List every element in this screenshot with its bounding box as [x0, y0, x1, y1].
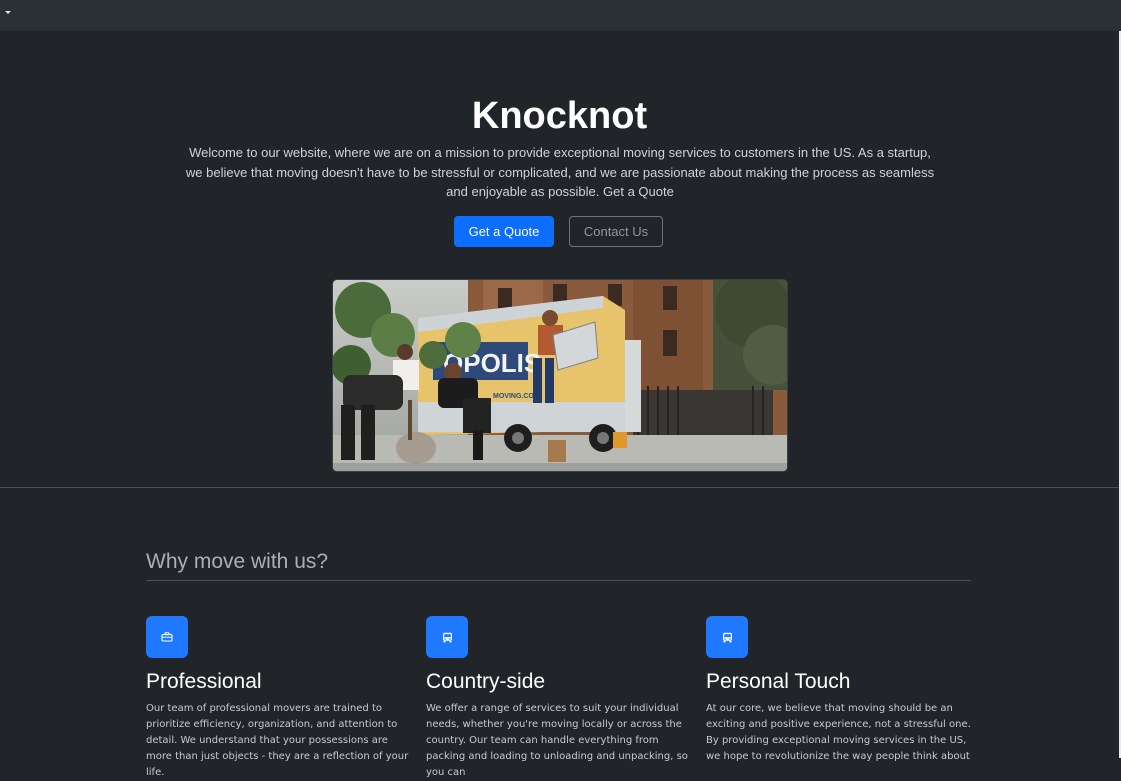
feature-text: At our core, we believe that moving shou… — [706, 703, 971, 762]
feature-personal-touch: Personal Touch At our core, we believe t… — [706, 616, 971, 765]
feature-title: Country-side — [426, 670, 546, 693]
bus-icon — [722, 632, 732, 642]
section-divider — [146, 580, 971, 581]
feature-text: We offer a range of services to suit you… — [426, 703, 688, 778]
truck-url-text: MOVING.COM — [493, 393, 540, 400]
feature-icon-box — [426, 616, 468, 658]
feature-country-side: Country-side We offer a range of service… — [426, 616, 691, 781]
contact-us-button[interactable]: Contact Us — [569, 216, 663, 247]
bus-icon — [442, 632, 452, 642]
why-section-title: Why move with us? — [146, 550, 329, 573]
feature-title: Professional — [146, 670, 262, 693]
moving-truck-photo: OPOLIS MOVING.COM — [333, 280, 787, 471]
hero-section: Knocknot Welcome to our website, where w… — [0, 31, 1119, 488]
hero-image: OPOLIS MOVING.COM — [332, 279, 788, 472]
caret-down-icon[interactable] — [5, 11, 11, 14]
top-navbar — [0, 0, 1121, 31]
feature-title: Personal Touch — [706, 670, 851, 693]
feature-professional: Professional Our team of professional mo… — [146, 616, 411, 781]
site-title: Knocknot — [471, 95, 648, 137]
get-quote-button[interactable]: Get a Quote — [454, 216, 554, 247]
hero-intro: Welcome to our website, where we are on … — [185, 145, 935, 199]
feature-icon-box — [146, 616, 188, 658]
feature-text: Our team of professional movers are trai… — [146, 703, 409, 778]
briefcase-icon — [161, 632, 173, 642]
feature-icon-box — [706, 616, 748, 658]
